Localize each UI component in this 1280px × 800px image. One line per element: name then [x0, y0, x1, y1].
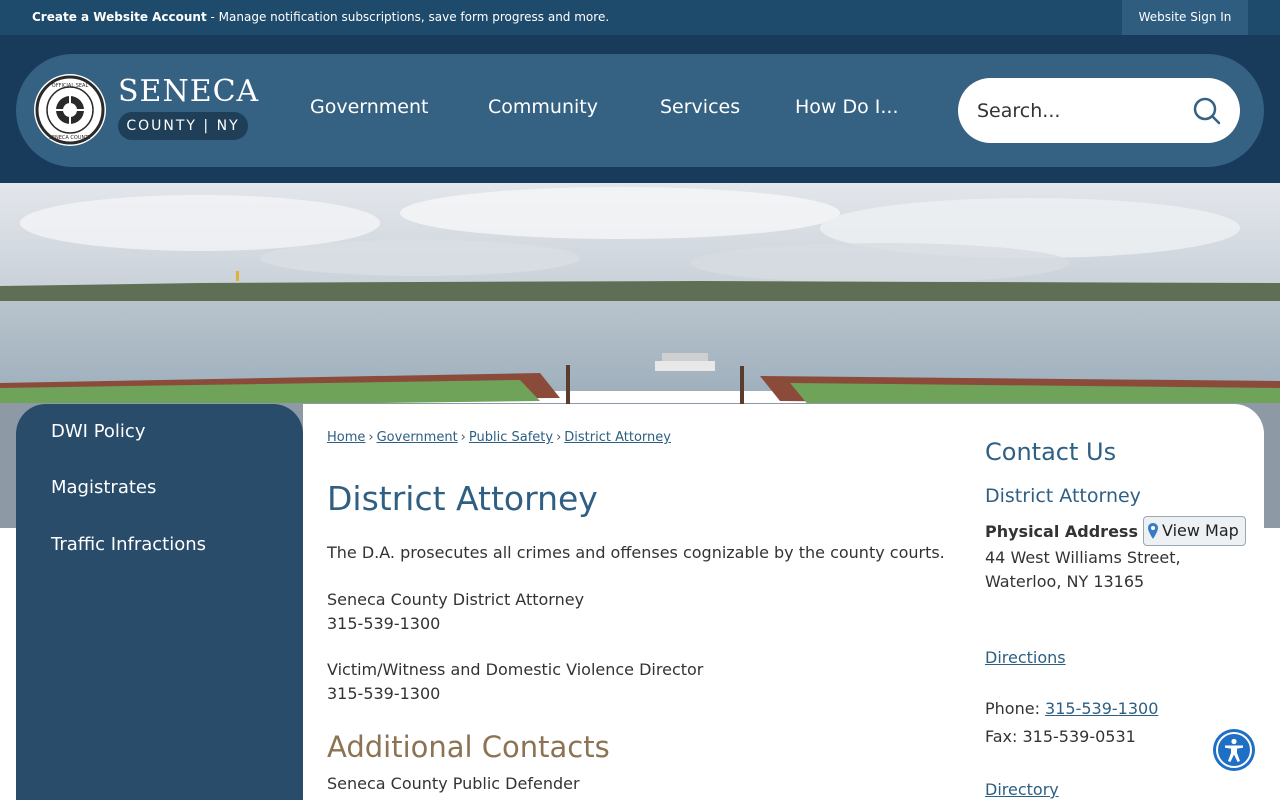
address-line-1: 44 West Williams Street, [985, 548, 1181, 567]
accessibility-button[interactable] [1213, 729, 1255, 771]
search-icon[interactable] [1192, 96, 1222, 126]
phone-row: Phone: 315-539-1300 [985, 699, 1158, 718]
phone-label: Phone: [985, 699, 1046, 718]
breadcrumb-district-attorney[interactable]: District Attorney [564, 430, 671, 445]
main-content: Home › Government › Public Safety › District A… [303, 404, 1264, 800]
contact-name-da: Seneca County District Attorney [327, 590, 585, 609]
accessibility-icon [1216, 732, 1252, 768]
nav-community[interactable]: Community [488, 96, 598, 118]
create-account-message[interactable]: Create a Website Account - Manage notifi… [32, 10, 609, 24]
address-line-2: Waterloo, NY 13165 [985, 572, 1145, 591]
sign-in-button[interactable]: Website Sign In [1122, 0, 1248, 35]
sidebar-item-magistrates[interactable]: Magistrates [51, 477, 156, 498]
directory-link[interactable]: Directory [985, 780, 1059, 799]
map-pin-icon [1148, 523, 1158, 539]
top-bar: Create a Website Account - Manage notifi… [0, 0, 1280, 35]
sidebar-item-traffic-infractions[interactable]: Traffic Infractions [51, 534, 206, 555]
page-title: District Attorney [327, 479, 598, 518]
create-account-description: - Manage notification subscriptions, sav… [206, 10, 610, 24]
breadcrumb-government[interactable]: Government [377, 430, 458, 445]
breadcrumb-separator: › [368, 430, 374, 445]
header-bar: OFFICIAL SEAL SENECA COUNTY SENECA COUNT… [16, 54, 1264, 167]
sidebar: DWI Policy Magistrates Traffic Infractio… [16, 404, 303, 800]
fax-row: Fax: 315-539-0531 [985, 727, 1136, 746]
contact-name-public-defender: Seneca County Public Defender [327, 774, 580, 793]
sidebar-item-dwi-policy[interactable]: DWI Policy [51, 421, 145, 442]
breadcrumb: Home › Government › Public Safety › District A… [327, 430, 671, 445]
physical-address-label: Physical Address [985, 522, 1138, 541]
search-input[interactable] [977, 98, 1177, 124]
contact-us-heading: Contact Us [985, 438, 1117, 466]
nav-how-do-i[interactable]: How Do I... [795, 96, 899, 118]
view-map-button[interactable]: View Map [1143, 516, 1246, 546]
directions-link[interactable]: Directions [985, 648, 1066, 667]
intro-text: The D.A. prosecutes all crimes and offen… [327, 543, 945, 562]
county-seal-logo[interactable]: OFFICIAL SEAL SENECA COUNTY [34, 74, 106, 146]
breadcrumb-home[interactable]: Home [327, 430, 365, 445]
breadcrumb-public-safety[interactable]: Public Safety [469, 430, 553, 445]
brand-title[interactable]: SENECA [118, 74, 259, 109]
breadcrumb-separator: › [460, 430, 466, 445]
brand-subtitle[interactable]: COUNTY | NY [118, 112, 248, 140]
svg-text:OFFICIAL SEAL: OFFICIAL SEAL [52, 83, 89, 89]
nav-services[interactable]: Services [660, 96, 740, 118]
breadcrumb-separator: › [556, 430, 562, 445]
search-box [958, 78, 1240, 143]
view-map-label: View Map [1162, 521, 1239, 540]
contact-phone-victim-witness: 315-539-1300 [327, 684, 441, 703]
additional-contacts-heading: Additional Contacts [327, 730, 610, 764]
seal-icon: OFFICIAL SEAL SENECA COUNTY [35, 75, 105, 145]
contact-name-victim-witness: Victim/Witness and Domestic Violence Dir… [327, 660, 704, 679]
phone-link[interactable]: 315-539-1300 [1045, 699, 1158, 718]
create-account-link[interactable]: Create a Website Account [32, 10, 207, 24]
contact-phone-da: 315-539-1300 [327, 614, 441, 633]
svg-text:SENECA COUNTY: SENECA COUNTY [49, 135, 93, 141]
nav-government[interactable]: Government [310, 96, 429, 118]
contact-department-name: District Attorney [985, 485, 1141, 507]
site-header: OFFICIAL SEAL SENECA COUNTY SENECA COUNT… [0, 35, 1280, 183]
